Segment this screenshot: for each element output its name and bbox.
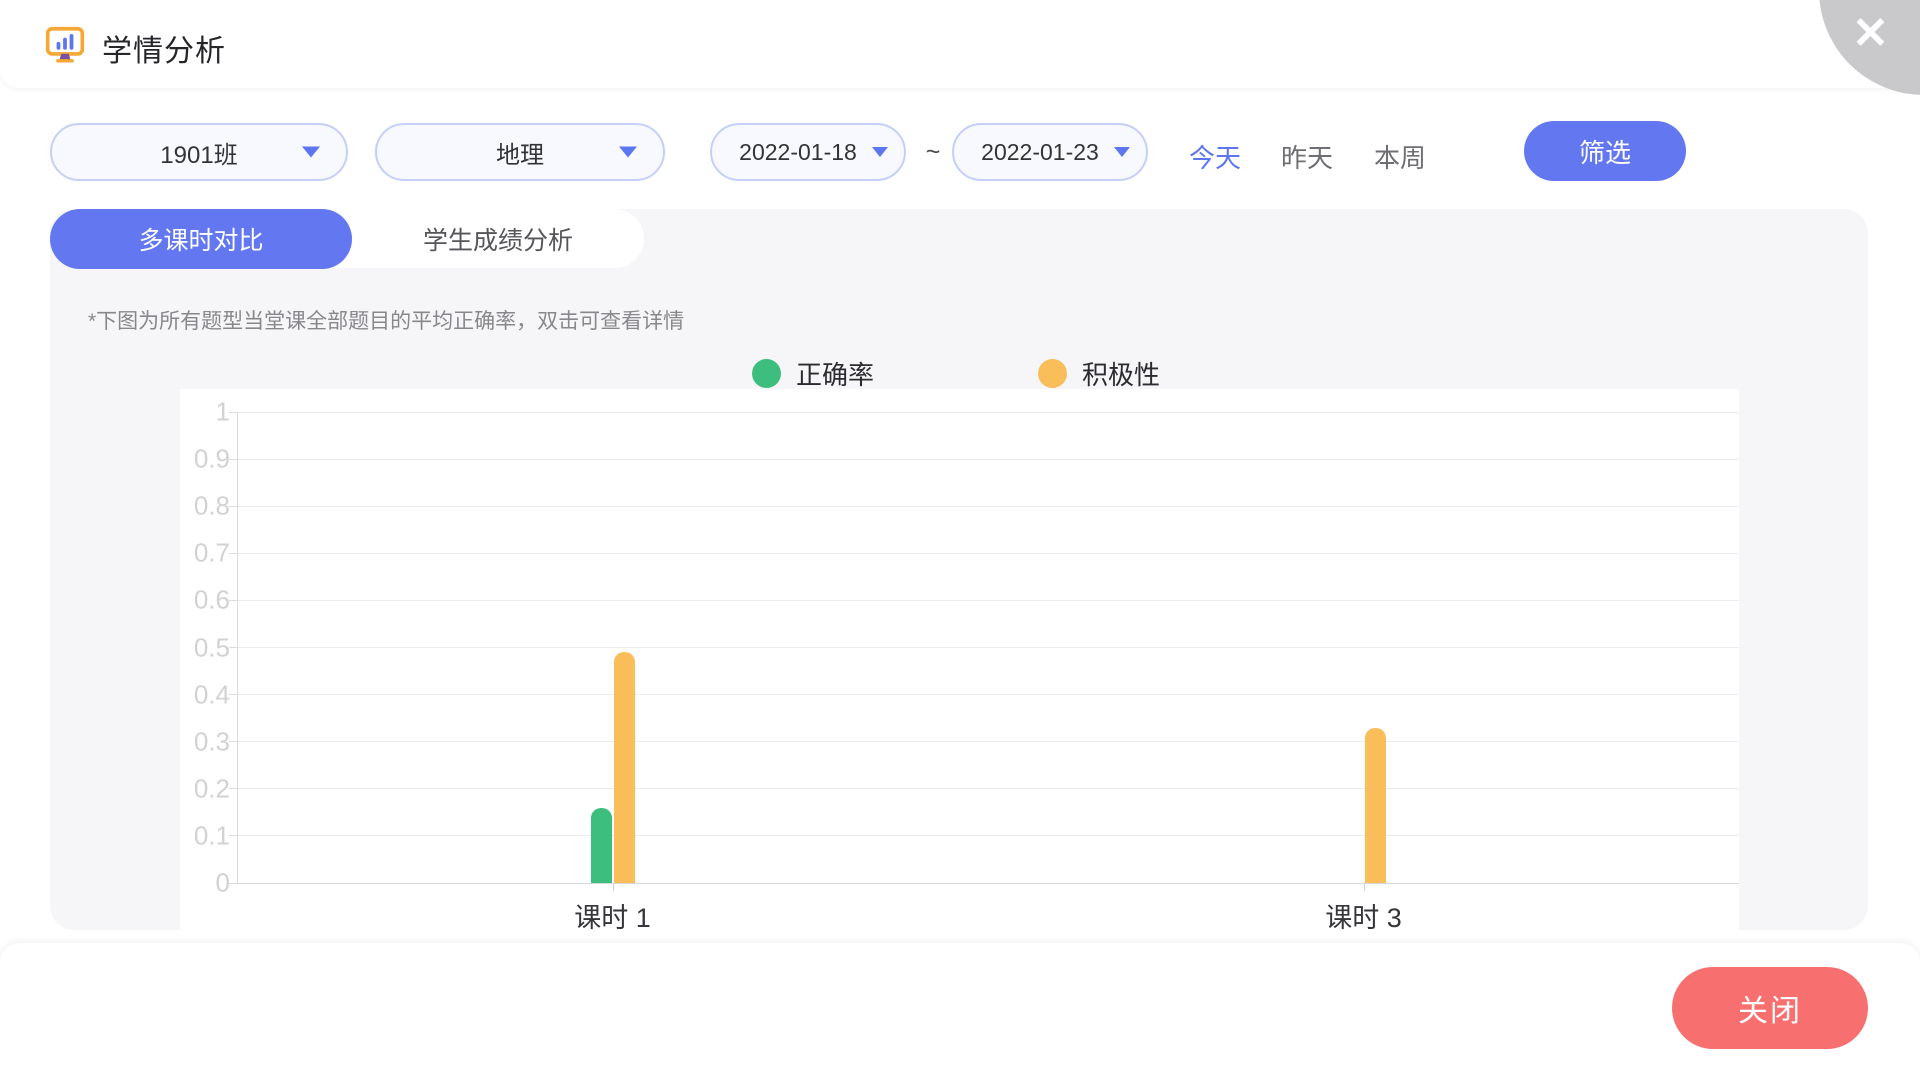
analysis-monitor-icon bbox=[44, 24, 86, 71]
y-axis-line bbox=[237, 412, 238, 883]
y-axis-tick bbox=[229, 459, 237, 460]
y-axis-label: 0.6 bbox=[182, 585, 230, 616]
y-axis-label: 0.7 bbox=[182, 538, 230, 569]
gridline bbox=[237, 647, 1739, 648]
y-axis-tick bbox=[229, 883, 237, 884]
chart-note: *下图为所有题型当堂课全部题目的平均正确率，双击可查看详情 bbox=[88, 305, 684, 335]
tab-multi-lesson-compare[interactable]: 多课时对比 bbox=[50, 209, 352, 269]
gridline bbox=[237, 883, 1739, 884]
bar-积极性-课时 1[interactable] bbox=[614, 652, 635, 883]
close-button[interactable]: 关闭 bbox=[1672, 967, 1868, 1049]
chevron-down-icon bbox=[619, 147, 637, 158]
gridline bbox=[237, 412, 1739, 413]
class-select[interactable]: 1901班 bbox=[50, 123, 348, 181]
legend-item-accuracy[interactable]: 正确率 bbox=[752, 355, 874, 392]
legend-item-activeness[interactable]: 积极性 bbox=[1038, 355, 1160, 392]
date-start-value: 2022-01-18 bbox=[739, 139, 857, 166]
tab-student-score-analysis[interactable]: 学生成绩分析 bbox=[352, 209, 644, 268]
legend-dot-green-icon bbox=[752, 359, 781, 388]
bar-积极性-课时 3[interactable] bbox=[1365, 728, 1386, 883]
chevron-down-icon bbox=[872, 147, 888, 157]
gridline bbox=[237, 459, 1739, 460]
gridline bbox=[237, 506, 1739, 507]
y-axis-label: 0 bbox=[182, 868, 230, 899]
quick-link-yesterday[interactable]: 昨天 bbox=[1281, 138, 1333, 175]
x-axis-tick bbox=[1364, 883, 1365, 891]
chevron-down-icon bbox=[1114, 147, 1130, 157]
date-end-value: 2022-01-23 bbox=[981, 139, 1099, 166]
gridline bbox=[237, 694, 1739, 695]
tab-bar: 多课时对比 学生成绩分析 bbox=[50, 209, 644, 268]
x-axis-tick bbox=[613, 883, 614, 891]
gridline bbox=[237, 600, 1739, 601]
y-axis-tick bbox=[229, 412, 237, 413]
legend-label: 正确率 bbox=[796, 355, 874, 392]
chevron-down-icon bbox=[302, 147, 320, 158]
gridline bbox=[237, 741, 1739, 742]
close-icon[interactable]: ✕ bbox=[1852, 12, 1889, 56]
date-range-separator: ~ bbox=[918, 138, 948, 167]
subject-select[interactable]: 地理 bbox=[375, 123, 665, 181]
y-axis-label: 0.5 bbox=[182, 632, 230, 663]
subject-select-value: 地理 bbox=[496, 135, 544, 170]
y-axis-label: 0.4 bbox=[182, 679, 230, 710]
category-label: 课时 3 bbox=[1325, 896, 1402, 935]
y-axis-label: 0.1 bbox=[182, 820, 230, 851]
y-axis-label: 0.2 bbox=[182, 773, 230, 804]
bar-正确率-课时 1[interactable] bbox=[591, 808, 612, 883]
y-axis-label: 0.8 bbox=[182, 491, 230, 522]
header-bar: 学情分析 bbox=[0, 0, 1920, 88]
y-axis-tick bbox=[229, 506, 237, 507]
category-label: 课时 1 bbox=[574, 896, 651, 935]
y-axis-label: 0.3 bbox=[182, 726, 230, 757]
quick-link-today[interactable]: 今天 bbox=[1189, 138, 1241, 175]
y-axis-tick bbox=[229, 647, 237, 648]
legend-dot-orange-icon bbox=[1038, 359, 1067, 388]
legend-label: 积极性 bbox=[1082, 355, 1160, 392]
gridline bbox=[237, 553, 1739, 554]
y-axis-label: 0.9 bbox=[182, 444, 230, 475]
y-axis-tick bbox=[229, 600, 237, 601]
bar-chart: 10.90.80.70.60.50.40.30.20.10课时 1课时 3 bbox=[180, 389, 1739, 930]
footer-bar: 关闭 bbox=[0, 943, 1920, 1074]
gridline bbox=[237, 788, 1739, 789]
date-end-select[interactable]: 2022-01-23 bbox=[952, 123, 1148, 181]
page-title: 学情分析 bbox=[102, 26, 226, 70]
filter-button[interactable]: 筛选 bbox=[1524, 121, 1686, 181]
gridline bbox=[237, 835, 1739, 836]
class-select-value: 1901班 bbox=[160, 135, 237, 170]
quick-link-this-week[interactable]: 本周 bbox=[1374, 138, 1426, 175]
y-axis-tick bbox=[229, 553, 237, 554]
y-axis-label: 1 bbox=[182, 397, 230, 428]
y-axis-tick bbox=[229, 694, 237, 695]
y-axis-tick bbox=[229, 835, 237, 836]
date-start-select[interactable]: 2022-01-18 bbox=[710, 123, 906, 181]
y-axis-tick bbox=[229, 741, 237, 742]
y-axis-tick bbox=[229, 788, 237, 789]
